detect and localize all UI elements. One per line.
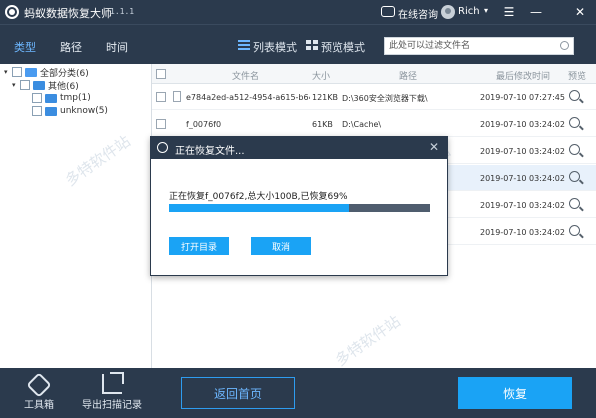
app-logo-icon [157,142,168,153]
modal-overlay: 正在恢复文件... ✕ 正在恢复f_0076f2,总大小100B,已恢复69% … [0,0,596,418]
open-directory-button[interactable]: 打开目录 [169,237,229,255]
dialog-title: 正在恢复文件... [175,146,245,157]
recovery-progress-dialog: 正在恢复文件... ✕ 正在恢复f_0076f2,总大小100B,已恢复69% … [150,136,448,276]
dialog-header: 正在恢复文件... ✕ [151,137,447,159]
cancel-button[interactable]: 取消 [251,237,311,255]
recovery-status-text: 正在恢复f_0076f2,总大小100B,已恢复69% [169,192,348,202]
dialog-close-icon[interactable]: ✕ [429,140,439,154]
recovery-progress-bar [169,204,430,212]
progress-fill [169,204,350,212]
